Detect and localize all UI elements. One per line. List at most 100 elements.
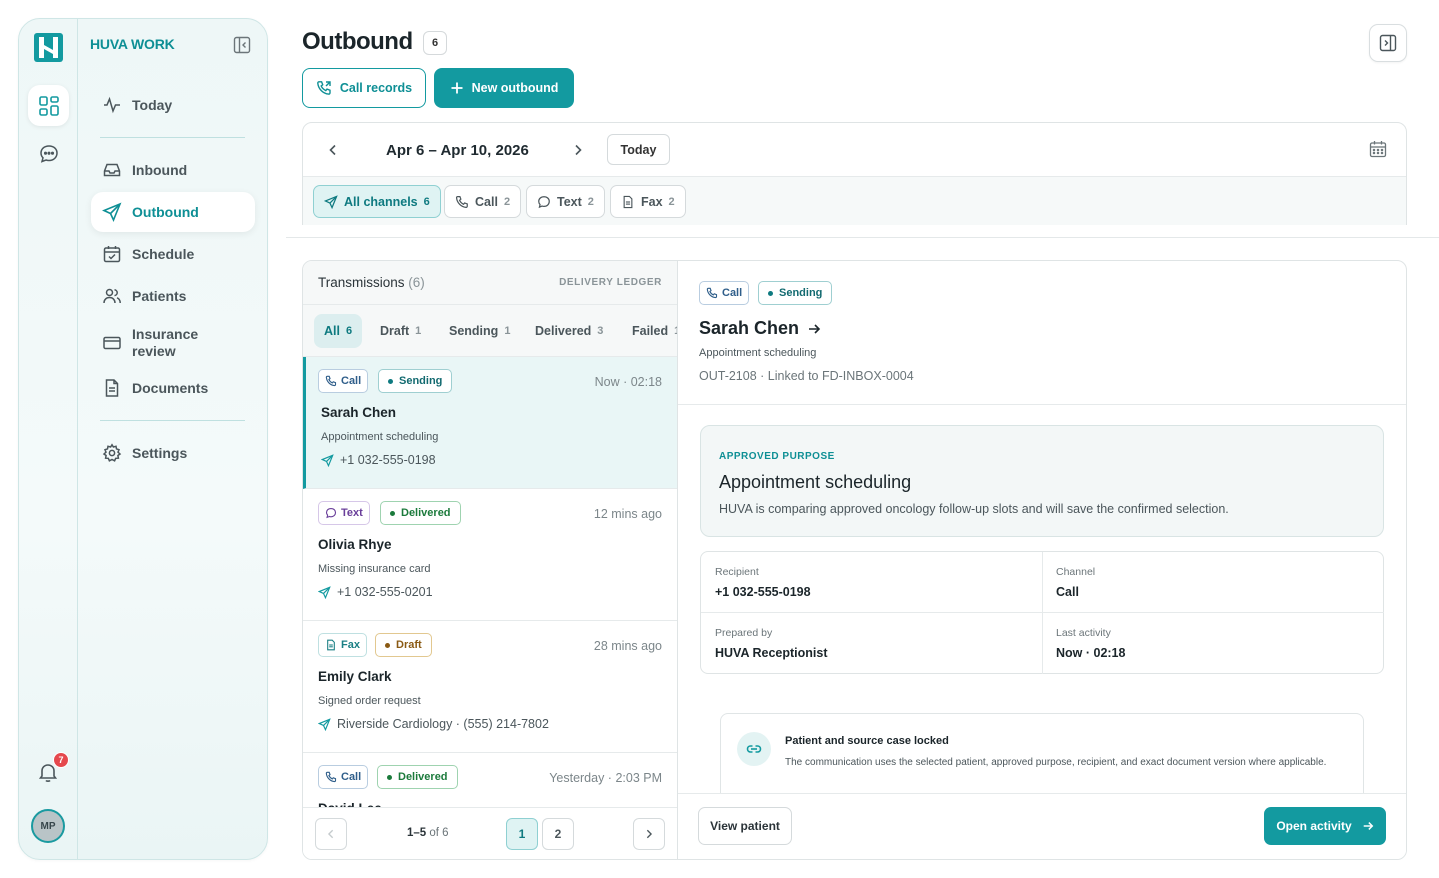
page-range-bold: 1–5 bbox=[407, 827, 427, 839]
list-item[interactable]: Fax Draft 28 mins ago Emily Clark Signed… bbox=[303, 621, 677, 753]
locked-notice-desc: The communication uses the selected pati… bbox=[785, 757, 1327, 768]
toggle-panel-button[interactable] bbox=[1369, 24, 1407, 62]
message-icon bbox=[538, 195, 550, 208]
nav-label-settings: Settings bbox=[132, 445, 188, 461]
collapse-sidebar-icon[interactable] bbox=[233, 36, 251, 54]
status-filter-tabs: All 6 Draft 1 Sending 1 Delivered 3 Failed1 bbox=[303, 305, 677, 357]
open-activity-button[interactable]: Open activity bbox=[1264, 807, 1386, 845]
messages-rail-button[interactable] bbox=[28, 133, 69, 174]
item-time: Now · 02:18 bbox=[594, 375, 662, 389]
next-page-button[interactable] bbox=[633, 818, 665, 850]
field-key: Recipient bbox=[715, 566, 759, 578]
detail-header: Call Sending Sarah Chen Appointment sche… bbox=[678, 261, 1406, 405]
dashboard-rail-button[interactable] bbox=[28, 85, 69, 126]
view-patient-button[interactable]: View patient bbox=[698, 807, 792, 845]
status-tab-delivered[interactable]: Delivered 3 bbox=[525, 314, 613, 348]
nav-item-settings[interactable]: Settings bbox=[91, 433, 255, 473]
channel-chip-all[interactable]: All channels 6 bbox=[313, 185, 441, 218]
huva-logo-icon bbox=[34, 33, 63, 62]
status-tab-failed[interactable]: Failed1 bbox=[622, 314, 677, 348]
item-time: 12 mins ago bbox=[593, 507, 662, 521]
phone-icon bbox=[325, 375, 337, 387]
send-icon bbox=[324, 194, 338, 209]
nav-divider bbox=[100, 137, 245, 138]
nav-label-inbound: Inbound bbox=[132, 162, 188, 178]
detail-reference: OUT-2108 · Linked to FD-INBOX-0004 bbox=[699, 369, 914, 383]
sidebar: 7 MP HUVA WORK Today Inbound Outbound Sc… bbox=[18, 18, 268, 860]
nav-label-today: Today bbox=[132, 97, 173, 113]
status-tab-sending[interactable]: Sending 1 bbox=[439, 314, 520, 348]
previous-page-button[interactable] bbox=[315, 818, 347, 850]
detail-patient-link[interactable]: Sarah Chen bbox=[699, 318, 821, 339]
new-outbound-button[interactable]: New outbound bbox=[434, 68, 574, 108]
nav-item-today[interactable]: Today bbox=[91, 85, 255, 125]
phone-icon bbox=[455, 195, 468, 208]
page-button-2[interactable]: 2 bbox=[542, 818, 574, 850]
next-week-button[interactable] bbox=[568, 140, 588, 160]
nav-label-insurance: Insurance bbox=[132, 326, 199, 342]
field-value: Call bbox=[1056, 585, 1079, 599]
channel-tag-label: Call bbox=[341, 771, 362, 783]
page-range-rest: of 6 bbox=[426, 827, 449, 839]
transmissions-list: Transmissions (6) DELIVERY LEDGER All 6 D… bbox=[302, 260, 678, 860]
detail-fields-grid: Recipient +1 032-555-0198 Channel Call P… bbox=[700, 551, 1384, 674]
nav-item-outbound[interactable]: Outbound bbox=[91, 192, 255, 232]
nav-item-patients[interactable]: Patients bbox=[91, 276, 255, 316]
tab-count: 6 bbox=[345, 325, 353, 337]
channel-chip-fax[interactable]: Fax 2 bbox=[610, 185, 686, 218]
field-key: Channel bbox=[1056, 566, 1096, 578]
list-title-count: (6) bbox=[408, 275, 425, 290]
field-channel: Channel Call bbox=[1042, 552, 1384, 613]
tab-count: 3 bbox=[597, 325, 604, 337]
field-recipient: Recipient +1 032-555-0198 bbox=[701, 552, 1043, 613]
tab-count: 1 bbox=[415, 325, 422, 337]
gear-icon bbox=[102, 443, 122, 462]
inbox-icon bbox=[103, 163, 121, 177]
nav-item-inbound[interactable]: Inbound bbox=[91, 150, 255, 190]
chip-label: Text bbox=[557, 194, 582, 209]
channel-tag-label: Text bbox=[341, 507, 363, 519]
field-value: +1 032-555-0198 bbox=[715, 585, 811, 599]
detail-footer: View patient Open activity bbox=[678, 793, 1406, 859]
nav-divider bbox=[100, 420, 245, 421]
send-icon bbox=[318, 717, 331, 731]
page-range: 1–5 of 6 bbox=[407, 827, 449, 839]
list-title: Transmissions (6) bbox=[318, 275, 425, 290]
chip-count: 6 bbox=[423, 195, 430, 208]
nav-item-schedule[interactable]: Schedule bbox=[91, 234, 255, 274]
users-icon bbox=[103, 288, 121, 304]
send-icon bbox=[102, 202, 122, 222]
tab-count: 1 bbox=[504, 325, 511, 337]
nav-label-documents: Documents bbox=[132, 380, 209, 396]
item-name: Olivia Rhye bbox=[318, 537, 392, 552]
user-avatar[interactable]: MP bbox=[31, 809, 65, 843]
date-filter-bar: Apr 6 – Apr 10, 2026 Today All channels … bbox=[302, 122, 1407, 225]
status-tab-draft[interactable]: Draft 1 bbox=[370, 314, 431, 348]
item-time: 28 mins ago bbox=[593, 639, 662, 653]
field-key: Last activity bbox=[1056, 627, 1111, 639]
list-item[interactable]: Call Sending Now · 02:18 Sarah Chen Appo… bbox=[303, 357, 677, 489]
previous-week-button[interactable] bbox=[323, 140, 343, 160]
calendar-icon[interactable] bbox=[1369, 140, 1387, 158]
delivery-ledger-label: DELIVERY LEDGER bbox=[559, 277, 662, 288]
nav-item-documents[interactable]: Documents bbox=[91, 368, 255, 408]
today-button[interactable]: Today bbox=[607, 134, 670, 165]
channel-chip-text[interactable]: Text 2 bbox=[526, 185, 605, 218]
tab-label: Failed bbox=[632, 324, 669, 338]
item-contact: Riverside Cardiology · (555) 214-7802 bbox=[318, 717, 549, 731]
list-item[interactable]: Text Delivered 12 mins ago Olivia Rhye M… bbox=[303, 489, 677, 621]
page-button-1[interactable]: 1 bbox=[506, 818, 538, 850]
tab-label: Draft bbox=[380, 324, 410, 338]
transmission-detail: Call Sending Sarah Chen Appointment sche… bbox=[677, 260, 1407, 860]
call-records-label: Call records bbox=[339, 81, 413, 95]
approved-purpose-card: APPROVED PURPOSE Appointment scheduling … bbox=[700, 425, 1384, 537]
status-tab-all[interactable]: All 6 bbox=[314, 314, 363, 348]
chevron-right-icon bbox=[646, 829, 653, 839]
call-records-button[interactable]: Call records bbox=[302, 68, 426, 108]
item-contact: +1 032-555-0201 bbox=[318, 585, 433, 599]
send-icon bbox=[321, 453, 334, 467]
nav-item-insurance-review[interactable]: Insurance review bbox=[91, 321, 255, 365]
detail-channel-tag: Call bbox=[699, 281, 750, 305]
item-time: Yesterday · 2:03 PM bbox=[549, 771, 662, 785]
channel-chip-call[interactable]: Call 2 bbox=[444, 185, 522, 218]
